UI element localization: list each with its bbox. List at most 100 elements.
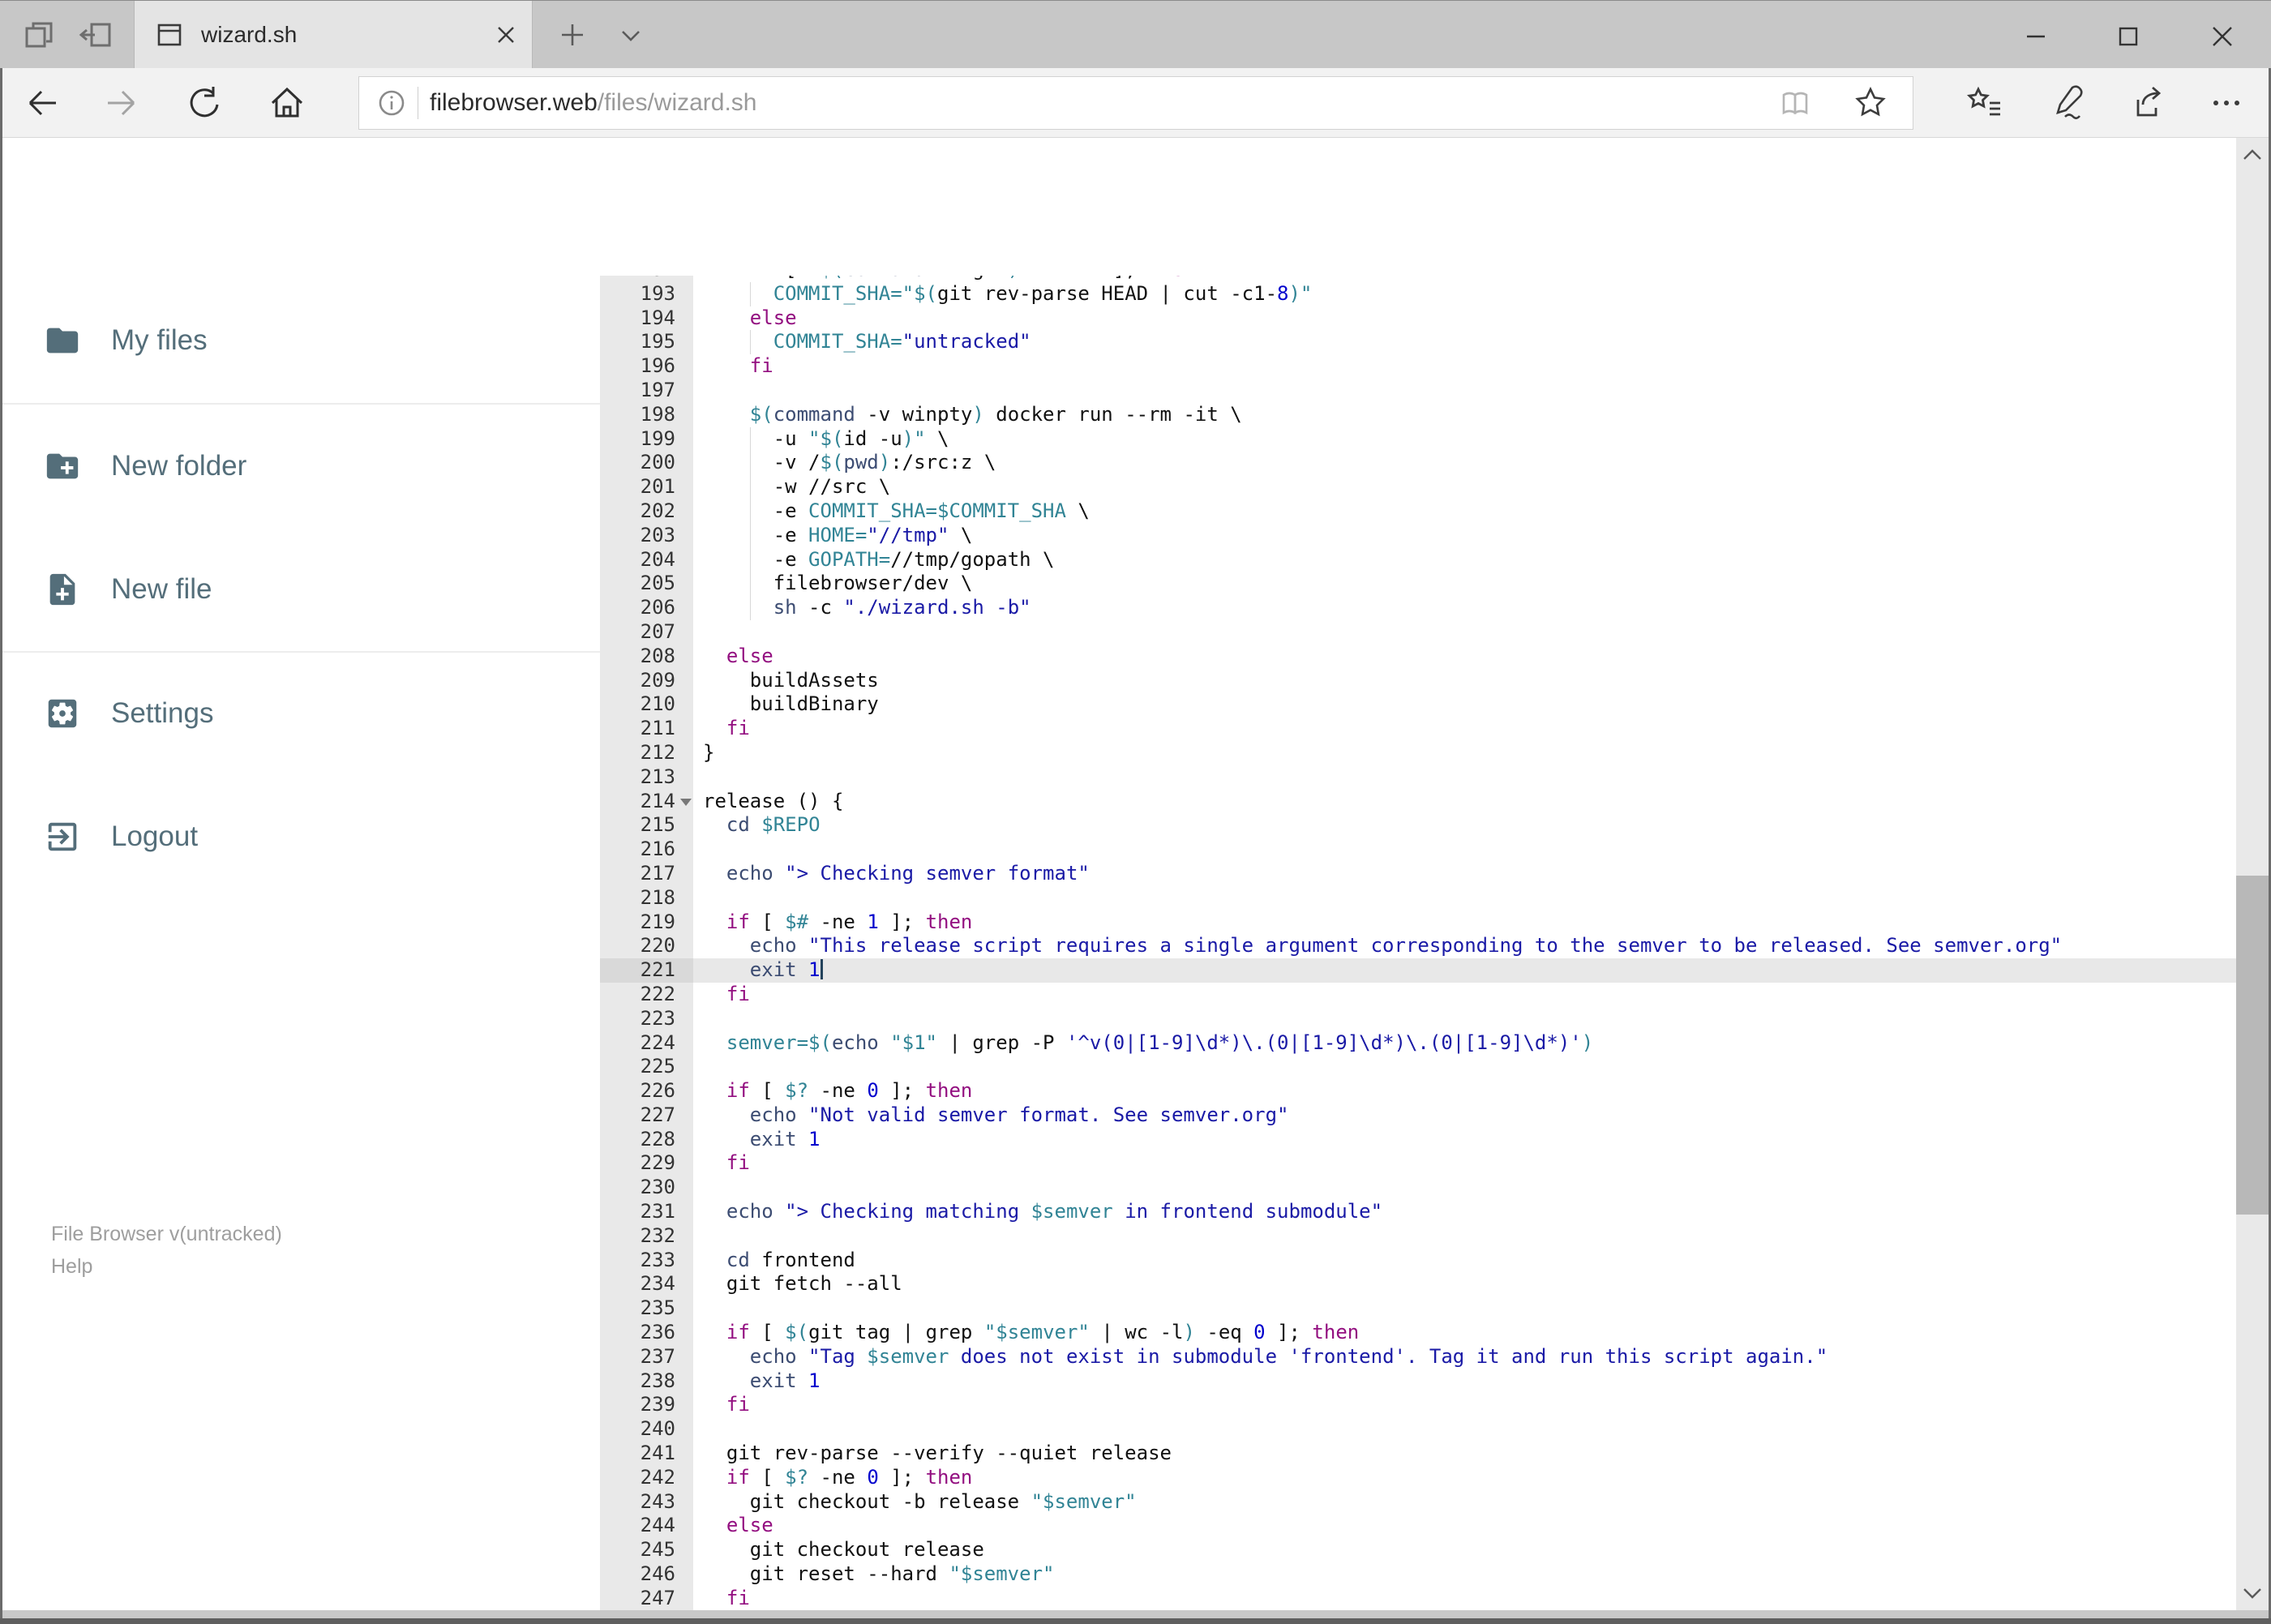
more-dots-icon[interactable] [2202, 79, 2251, 126]
address-bar[interactable]: filebrowser.web/files/wizard.sh [358, 76, 1913, 130]
forward-icon[interactable] [97, 79, 146, 126]
fold-arrow-icon[interactable] [680, 798, 692, 812]
code-line[interactable]: 217 echo "> Checking semver format" [600, 861, 2236, 886]
browser-tab[interactable]: wizard.sh [134, 1, 533, 69]
code-line[interactable]: 203 -e HOME="//tmp" \ [600, 523, 2236, 548]
scrollbar-thumb[interactable] [2236, 876, 2269, 1215]
code-line[interactable]: 201 -w //src \ [600, 475, 2236, 499]
line-number: 194 [600, 306, 693, 331]
favorite-star-icon[interactable] [1851, 84, 1890, 122]
code-line[interactable]: 207 [600, 619, 2236, 645]
code-line[interactable]: 244 else [600, 1514, 2236, 1539]
code-line[interactable]: 194 else [600, 306, 2236, 331]
code-line[interactable]: 212} [600, 740, 2236, 765]
code-line[interactable]: 236 if [ $(git tag | grep "$semver" | wc… [600, 1321, 2236, 1345]
minimize-icon[interactable] [2012, 22, 2059, 51]
hub-icon[interactable] [1960, 79, 2009, 126]
code-line[interactable]: 210 buildBinary [600, 692, 2236, 718]
code-line[interactable]: 199 -u "$(id -u)" \ [600, 426, 2236, 452]
line-number: 228 [600, 1127, 693, 1152]
scroll-down-icon[interactable] [2236, 1575, 2269, 1610]
indent-guide [749, 572, 751, 597]
horizontal-scrollbar[interactable] [2, 1610, 2269, 1618]
sidebar-item-logout[interactable]: Logout [2, 792, 600, 881]
info-circle-icon[interactable] [375, 87, 408, 119]
reading-view-icon[interactable] [1776, 84, 1814, 122]
maximize-icon[interactable] [2105, 22, 2152, 51]
code-line[interactable]: 235 [600, 1296, 2236, 1322]
code-line[interactable]: 195 COMMIT_SHA="untracked" [600, 330, 2236, 355]
code-line[interactable]: 213 [600, 765, 2236, 790]
code-line[interactable]: 218 [600, 885, 2236, 911]
new-tab-plus-icon[interactable] [551, 15, 593, 54]
code-line[interactable]: 197 [600, 378, 2236, 403]
back-icon[interactable] [18, 79, 66, 126]
code-line[interactable]: 232 [600, 1223, 2236, 1249]
code-line[interactable]: 228 exit 1 [600, 1127, 2236, 1152]
code-line[interactable]: 231 echo "> Checking matching $semver in… [600, 1200, 2236, 1224]
line-number: 229 [600, 1151, 693, 1176]
text-cursor [820, 959, 823, 980]
code-line[interactable]: 198 $(command -v winpty) docker run --rm… [600, 402, 2236, 427]
sidebar-item-my-files[interactable]: My files [2, 296, 600, 385]
code-line[interactable]: 239 fi [600, 1393, 2236, 1418]
indent-guide [749, 475, 751, 499]
scroll-up-icon[interactable] [2236, 138, 2269, 174]
code-line[interactable]: 223 [600, 1006, 2236, 1031]
code-line[interactable]: 237 echo "Tag $semver does not exist in … [600, 1344, 2236, 1369]
code-line[interactable]: 216 [600, 838, 2236, 862]
code-line[interactable]: 238 exit 1 [600, 1369, 2236, 1394]
code-line[interactable]: 241 git rev-parse --verify --quiet relea… [600, 1442, 2236, 1466]
code-line[interactable]: 209 buildAssets [600, 668, 2236, 693]
code-line[interactable]: 224 semver=$(echo "$1" | grep -P '^v(0|[… [600, 1031, 2236, 1056]
line-number: 204 [600, 547, 693, 572]
set-tabs-aside-icon[interactable] [76, 15, 118, 54]
close-tab-icon[interactable] [496, 25, 516, 45]
tabs-set-aside-icon[interactable] [19, 15, 61, 54]
code-area: 192 if [ "$(command -v git)" != "" ]; th… [600, 276, 2236, 1610]
code-line[interactable]: 230 [600, 1176, 2236, 1201]
code-line[interactable]: 233 cd frontend [600, 1248, 2236, 1273]
code-line[interactable]: 229 fi [600, 1151, 2236, 1176]
home-icon[interactable] [263, 79, 311, 126]
code-editor[interactable]: 192 if [ "$(command -v git)" != "" ]; th… [600, 276, 2236, 1610]
sidebar-item-new-file[interactable]: New file [2, 545, 600, 634]
code-line[interactable]: 202 -e COMMIT_SHA=$COMMIT_SHA \ [600, 499, 2236, 524]
code-line[interactable]: 211 fi [600, 717, 2236, 741]
code-line[interactable]: 222 fi [600, 982, 2236, 1007]
code-line[interactable]: 240 [600, 1417, 2236, 1442]
line-number: 222 [600, 982, 693, 1007]
code-line[interactable]: 206 sh -c "./wizard.sh -b" [600, 596, 2236, 620]
code-line[interactable]: 243 git checkout -b release "$semver" [600, 1489, 2236, 1515]
refresh-icon[interactable] [180, 79, 229, 126]
code-line[interactable]: 192 if [ "$(command -v git)" != "" ]; th… [600, 276, 2236, 282]
code-line[interactable]: 200 -v /$(pwd):/src:z \ [600, 451, 2236, 476]
code-line[interactable]: 234 git fetch --all [600, 1272, 2236, 1297]
close-window-icon[interactable] [2199, 22, 2246, 51]
code-line[interactable]: 227 echo "Not valid semver format. See s… [600, 1103, 2236, 1128]
sidebar-item-settings[interactable]: Settings [2, 669, 600, 758]
code-line[interactable]: 208 else [600, 644, 2236, 669]
code-line[interactable]: 204 -e GOPATH=//tmp/gopath \ [600, 547, 2236, 572]
code-line[interactable]: 246 git reset --hard "$semver" [600, 1562, 2236, 1587]
page-scrollbar[interactable] [2236, 138, 2269, 1610]
code-line[interactable]: 196 fi [600, 354, 2236, 379]
code-line[interactable]: 225 [600, 1055, 2236, 1080]
sidebar-item-new-folder[interactable]: New folder [2, 422, 600, 511]
code-line[interactable]: 221 exit 1 [600, 958, 2236, 983]
code-line[interactable]: 205 filebrowser/dev \ [600, 572, 2236, 597]
code-line[interactable]: 215 cd $REPO [600, 813, 2236, 838]
chevron-down-icon[interactable] [610, 15, 652, 54]
code-line[interactable]: 214 release () { [600, 789, 2236, 814]
share-page-icon[interactable] [2123, 79, 2171, 126]
annotate-pen-icon[interactable] [2042, 79, 2090, 126]
code-line[interactable]: 242 if [ $? -ne 0 ]; then [600, 1465, 2236, 1490]
code-line[interactable]: 193 COMMIT_SHA="$(git rev-parse HEAD | c… [600, 281, 2236, 306]
code-line[interactable]: 220 echo "This release script requires a… [600, 934, 2236, 959]
sidebar-footer: File Browser v(untracked) Help [51, 1218, 282, 1283]
code-line[interactable]: 247 fi [600, 1586, 2236, 1610]
code-line[interactable]: 219 if [ $# -ne 1 ]; then [600, 910, 2236, 935]
code-line[interactable]: 226 if [ $? -ne 0 ]; then [600, 1079, 2236, 1103]
code-line[interactable]: 245 git checkout release [600, 1538, 2236, 1563]
help-link[interactable]: Help [51, 1250, 282, 1283]
